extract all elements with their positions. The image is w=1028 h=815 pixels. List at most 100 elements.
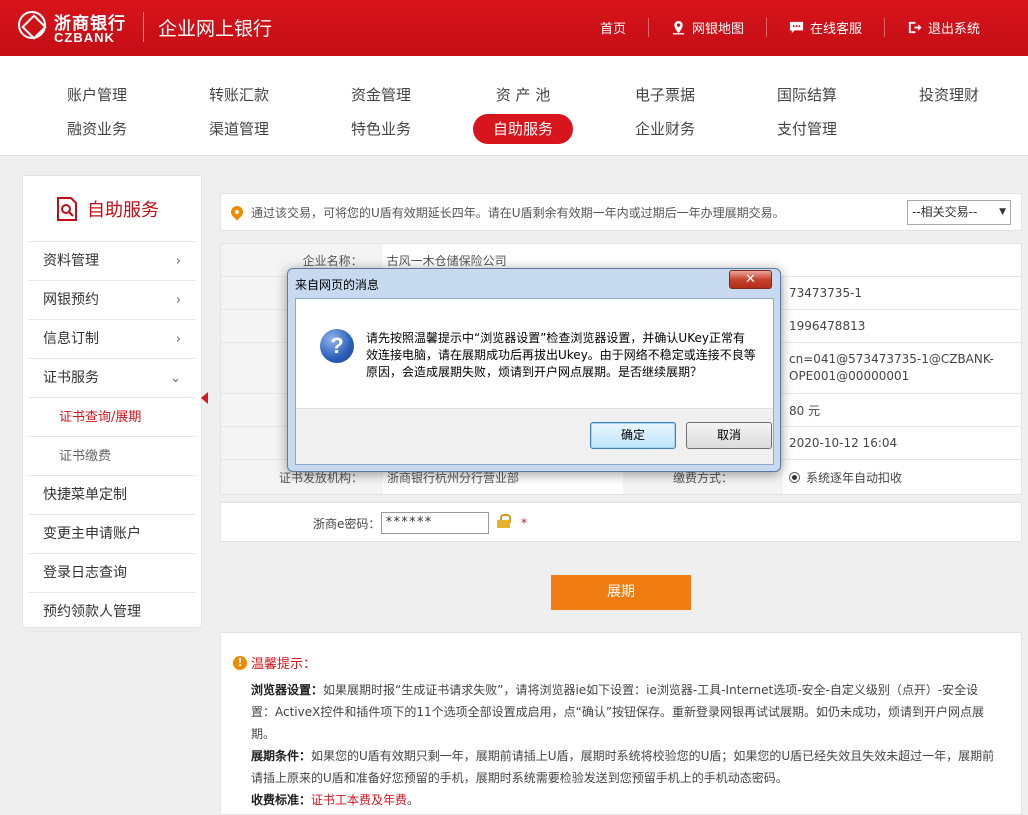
- nav-label: 特色业务: [350, 120, 411, 138]
- nav-account-mgmt[interactable]: 账户管理: [26, 80, 168, 110]
- home-link[interactable]: 首页: [578, 18, 648, 37]
- online-service-link[interactable]: 在线客服: [765, 18, 884, 37]
- nav-transfer[interactable]: 转账汇款: [168, 80, 310, 110]
- nav-label: 企业财务: [634, 120, 695, 138]
- sidebar-item-payee-mgmt[interactable]: 预约领款人管理: [29, 593, 195, 632]
- sidebar-item-cert-payment[interactable]: 证书缴费: [29, 437, 195, 476]
- question-icon: ?: [320, 329, 354, 363]
- main-nav-row-1: 账户管理 转账汇款 资金管理 资 产 池 电子票据 国际结算 投资理财: [26, 80, 1020, 110]
- sidebar-header: 自助服务: [29, 176, 195, 242]
- nav-label: 账户管理: [66, 86, 127, 104]
- tips-header: ! 温馨提示：: [233, 653, 316, 672]
- tips-title: 温馨提示：: [251, 657, 317, 672]
- czbank-logo-icon: [18, 11, 46, 39]
- row-value: 73473735-1: [789, 286, 863, 300]
- tip-heading: 展期条件：: [251, 749, 312, 763]
- renew-button[interactable]: 展期: [551, 575, 691, 610]
- sidebar-item-label: 快捷菜单定制: [43, 487, 127, 503]
- tip-browser: 浏览器设置：如果展期时报“生成证书请求失败”，请将浏览器ie如下设置：ie浏览器…: [251, 679, 999, 745]
- chevron-right-icon: ›: [175, 254, 181, 269]
- tip-condition: 展期条件：如果您的U盾有效期只剩一年，展期前请插上U盾，展期时系统将校验您的U盾…: [251, 745, 999, 789]
- dialog-close-button[interactable]: ✕: [729, 270, 772, 289]
- nav-payment-mgmt[interactable]: 支付管理: [736, 114, 878, 144]
- logout-label: 退出系统: [927, 22, 980, 37]
- nav-label: 渠道管理: [208, 120, 269, 138]
- tip-fee: 收费标准：证书工本费及年费。: [251, 789, 999, 811]
- notice-text: 通过该交易，可将您的U盾有效期延长四年。请在U盾剩余有效期一年内或过期后一年办理…: [251, 205, 785, 220]
- confirm-dialog: 来自网页的消息 ✕ ? 请先按照温馨提示中“浏览器设置”检查浏览器设置，并确认U…: [287, 268, 781, 472]
- dialog-body: ? 请先按照温馨提示中“浏览器设置”检查浏览器设置，并确认UKey正常有效连接电…: [295, 298, 774, 465]
- nav-label: 资金管理: [350, 86, 411, 104]
- related-select-value: --相关交易--: [912, 205, 978, 219]
- nav-label: 转账汇款: [208, 86, 269, 104]
- app-title: 企业网上银行: [158, 18, 273, 40]
- nav-e-bills[interactable]: 电子票据: [594, 80, 736, 110]
- datetime-value: 2020-10-12 16:04: [789, 436, 898, 450]
- sidebar-item-info-subscription[interactable]: 信息订制 ›: [29, 320, 195, 359]
- logout-icon: [908, 21, 922, 34]
- warning-icon: !: [233, 655, 247, 670]
- nav-label: 国际结算: [776, 86, 837, 104]
- sidebar-active-pointer: [201, 392, 208, 404]
- nav-label: 资 产 池: [495, 86, 551, 104]
- nav-channel-mgmt[interactable]: 渠道管理: [168, 114, 310, 144]
- nav-fund-mgmt[interactable]: 资金管理: [310, 80, 452, 110]
- lock-icon[interactable]: [497, 514, 511, 528]
- fee-amount-value: 80 元: [789, 403, 821, 418]
- sidebar-item-shortcut-menu[interactable]: 快捷菜单定制: [29, 476, 195, 515]
- sidebar-item-label: 变更主申请账户: [43, 526, 141, 542]
- site-map-label: 网银地图: [691, 22, 744, 37]
- sidebar: 自助服务 资料管理 › 网银预约 › 信息订制 › 证书服务 ⌄ 证书查询/展期 证书缴…: [22, 175, 202, 632]
- nav-featured[interactable]: 特色业务: [310, 114, 452, 144]
- sidebar-item-cert-query-renew[interactable]: 证书查询/展期: [29, 398, 195, 437]
- sidebar-item-label: 证书查询/展期: [59, 410, 142, 425]
- row-value: 1996478813: [789, 319, 866, 333]
- logout-link[interactable]: 退出系统: [883, 18, 1002, 37]
- nav-investment[interactable]: 投资理财: [878, 80, 1020, 110]
- fee-standard-link[interactable]: 证书工本费及年费: [311, 793, 407, 807]
- chevron-down-icon: ⌄: [170, 371, 181, 386]
- logo-text-en: CZBANK: [54, 30, 115, 45]
- sidebar-item-change-main-account[interactable]: 变更主申请账户: [29, 515, 195, 554]
- nav-label: 电子票据: [634, 86, 695, 104]
- tip-text: 。: [407, 793, 420, 807]
- cert-dn-value: cn=041@573473735-1@CZBANK-OPE001@0000000…: [789, 352, 994, 383]
- sidebar-item-reservation[interactable]: 网银预约 ›: [29, 281, 195, 320]
- sidebar-item-profile-mgmt[interactable]: 资料管理 ›: [29, 242, 195, 281]
- dialog-title: 来自网页的消息: [295, 278, 380, 292]
- chat-bubble-icon: [789, 21, 804, 34]
- sidebar-item-label: 证书缴费: [59, 449, 112, 464]
- fee-method-radio[interactable]: 系统逐年自动扣收: [783, 460, 1021, 494]
- nav-intl-settlement[interactable]: 国际结算: [736, 80, 878, 110]
- main-nav: 账户管理 转账汇款 资金管理 资 产 池 电子票据 国际结算 投资理财 融资业务…: [0, 56, 1028, 156]
- password-row: 浙商e密码： ****** *: [220, 502, 1022, 542]
- tip-heading: 收费标准：: [251, 793, 312, 807]
- chevron-right-icon: ›: [175, 332, 181, 347]
- nav-self-service[interactable]: 自助服务: [452, 114, 594, 144]
- czbank-logo[interactable]: 浙商银行 CZBANK: [18, 9, 136, 47]
- online-service-label: 在线客服: [809, 22, 862, 37]
- top-nav: 首页 网银地图 在线客服 退出系统: [578, 18, 1002, 37]
- sidebar-item-login-log[interactable]: 登录日志查询: [29, 554, 195, 593]
- nav-label: 投资理财: [918, 86, 979, 104]
- dropdown-arrow-icon: ▼: [999, 207, 1006, 217]
- dialog-footer: 确定 取消: [296, 408, 773, 464]
- top-header: 浙商银行 CZBANK 企业网上银行 首页 网银地图 在线客服 退出系统: [0, 0, 1028, 56]
- sidebar-item-cert-service[interactable]: 证书服务 ⌄: [29, 359, 195, 398]
- nav-label: 支付管理: [776, 120, 837, 138]
- tip-text: 如果展期时报“生成证书请求失败”，请将浏览器ie如下设置：ie浏览器-工具-In…: [251, 683, 985, 741]
- epassword-input[interactable]: ******: [381, 512, 489, 534]
- cancel-button[interactable]: 取消: [686, 422, 772, 449]
- nav-financing[interactable]: 融资业务: [26, 114, 168, 144]
- site-map-link[interactable]: 网银地图: [647, 18, 766, 37]
- sidebar-item-label: 证书服务: [43, 370, 99, 386]
- nav-asset-pool[interactable]: 资 产 池: [452, 80, 594, 110]
- header-divider: [143, 12, 144, 42]
- tip-text: 如果您的U盾有效期只剩一年，展期前请插上U盾，展期时系统将校验您的U盾；如果您的…: [251, 749, 995, 785]
- nav-corp-finance[interactable]: 企业财务: [594, 114, 736, 144]
- ok-button[interactable]: 确定: [590, 422, 676, 449]
- related-transaction-select[interactable]: --相关交易-- ▼: [907, 200, 1011, 225]
- main-nav-row-2: 融资业务 渠道管理 特色业务 自助服务 企业财务 支付管理: [26, 114, 878, 144]
- tip-heading: 浏览器设置：: [251, 683, 324, 697]
- sidebar-item-label: 资料管理: [43, 253, 99, 269]
